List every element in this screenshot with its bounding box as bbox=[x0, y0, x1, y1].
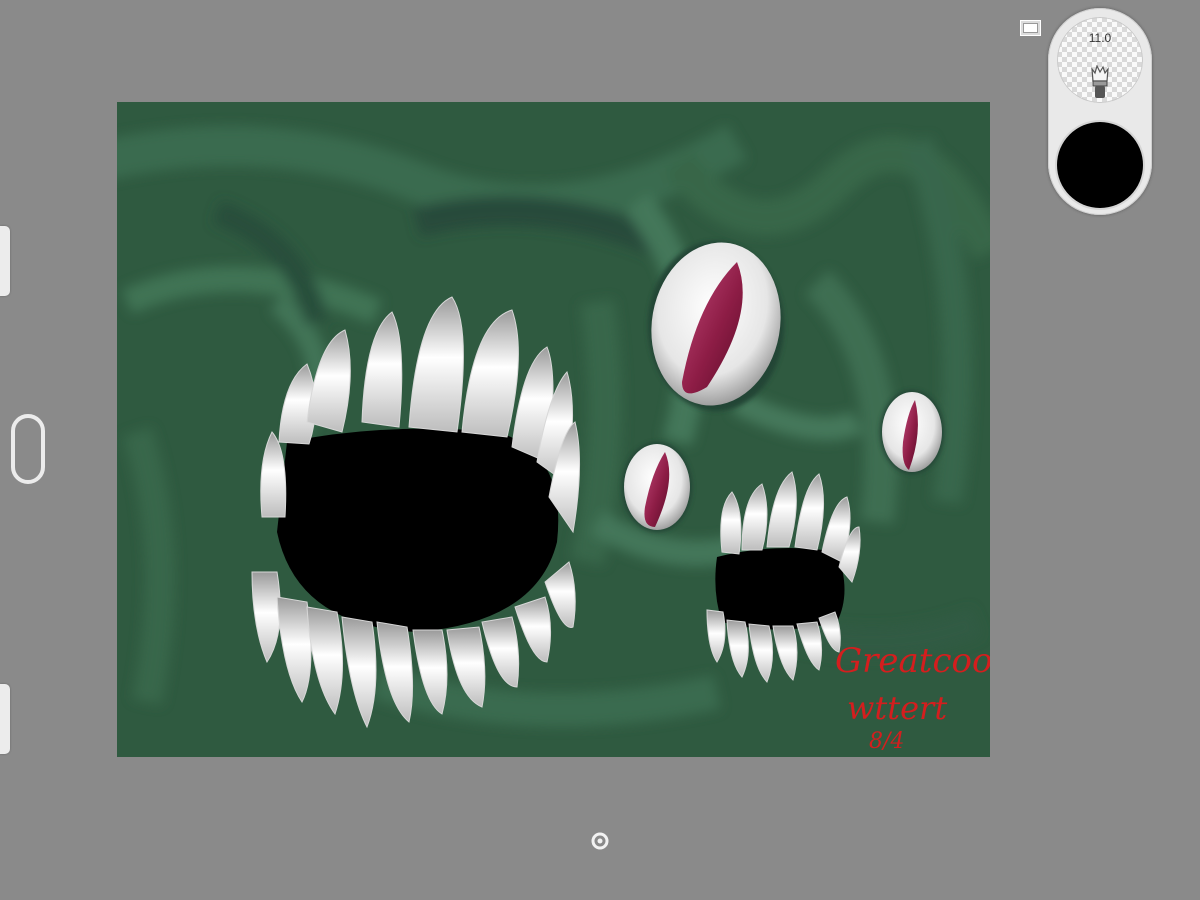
tool-panel: 11.0 bbox=[1048, 8, 1152, 215]
brush-icon bbox=[1091, 65, 1109, 98]
eyedropper-toggle-icon[interactable] bbox=[11, 414, 45, 484]
middle-eye bbox=[622, 442, 692, 532]
brush-size-slider[interactable] bbox=[0, 226, 10, 296]
signature-line-2: wttert bbox=[847, 689, 947, 727]
signature-date: 8/4 bbox=[869, 729, 904, 754]
painting: Greatcoo wttert 8/4 bbox=[117, 102, 990, 757]
brush-size-button[interactable]: 11.0 bbox=[1057, 17, 1143, 103]
opacity-slider[interactable] bbox=[0, 684, 10, 754]
drawing-canvas[interactable]: Greatcoo wttert 8/4 bbox=[117, 102, 990, 757]
settings-ring-icon[interactable] bbox=[590, 831, 610, 851]
layers-icon[interactable] bbox=[1020, 20, 1041, 36]
signature-line-1: Greatcoo bbox=[835, 641, 990, 681]
small-eye bbox=[880, 390, 944, 474]
color-swatch[interactable] bbox=[1057, 122, 1143, 208]
brush-size-label: 11.0 bbox=[1088, 31, 1112, 45]
